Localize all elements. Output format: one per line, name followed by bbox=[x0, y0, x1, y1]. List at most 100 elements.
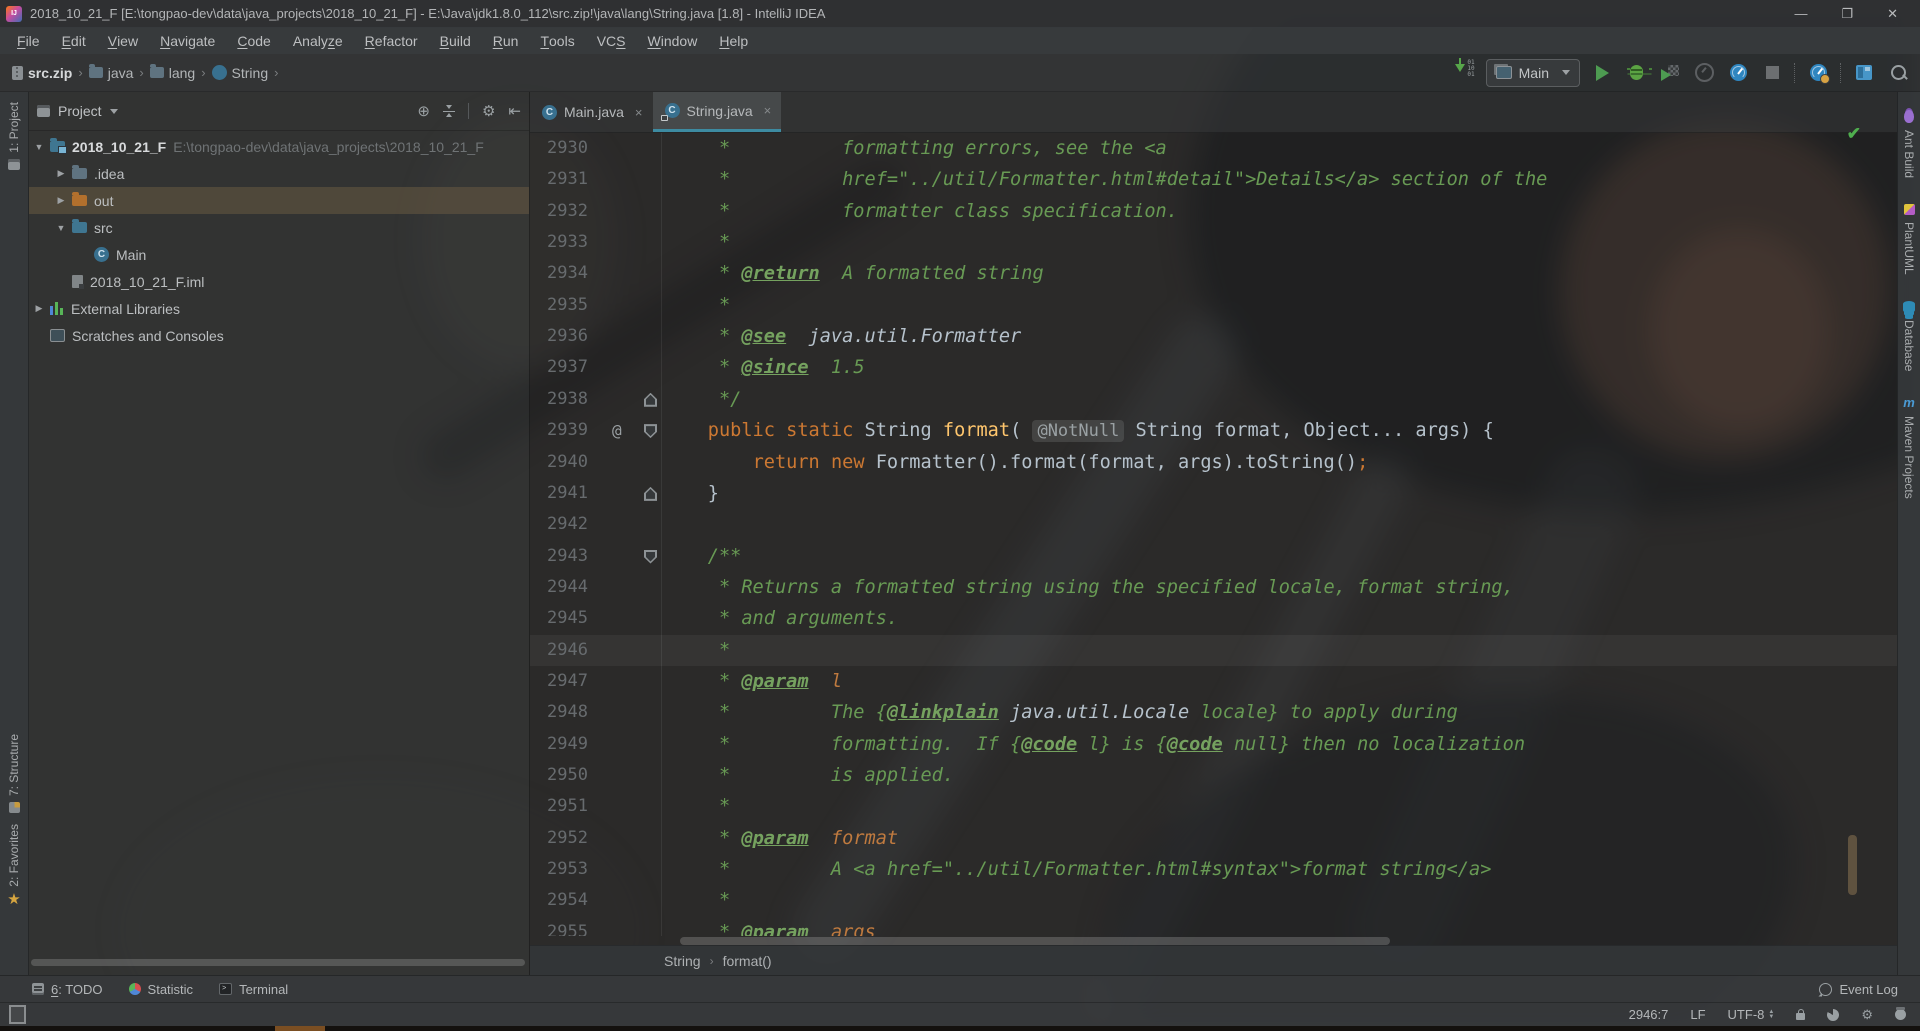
code-line-2951[interactable]: 2951 * bbox=[530, 791, 1897, 822]
project-horizontal-scrollbar[interactable] bbox=[31, 959, 525, 966]
tab-main-java[interactable]: CMain.java× bbox=[530, 92, 653, 132]
code-line-2942[interactable]: 2942 bbox=[530, 509, 1897, 540]
editor-horizontal-scrollbar[interactable] bbox=[680, 937, 1390, 945]
toolwindow-button-statistic[interactable]: Statistic bbox=[129, 982, 194, 997]
menu-build[interactable]: Build bbox=[429, 27, 482, 54]
code-line-2953[interactable]: 2953 * A <a href="../util/Formatter.html… bbox=[530, 854, 1897, 885]
locate-file-button[interactable]: ⊕ bbox=[417, 104, 430, 119]
close-button[interactable]: ✕ bbox=[1887, 6, 1898, 22]
menu-analyze[interactable]: Analyze bbox=[282, 27, 354, 54]
editor-breadcrumb-format-[interactable]: format() bbox=[723, 953, 772, 969]
code-line-2931[interactable]: 2931 * href="../util/Formatter.html#deta… bbox=[530, 164, 1897, 195]
menu-view[interactable]: View bbox=[97, 27, 149, 54]
line-number[interactable]: 2932 bbox=[530, 196, 588, 227]
breadcrumb-string[interactable]: String bbox=[212, 65, 269, 81]
line-number[interactable]: 2949 bbox=[530, 729, 588, 760]
code-editor[interactable]: 2930 * formatting errors, see the <a2931… bbox=[530, 133, 1897, 936]
line-number[interactable]: 2935 bbox=[530, 290, 588, 321]
code-line-2930[interactable]: 2930 * formatting errors, see the <a bbox=[530, 133, 1897, 164]
code-line-2935[interactable]: 2935 * bbox=[530, 290, 1897, 321]
menu-refactor[interactable]: Refactor bbox=[354, 27, 429, 54]
menu-help[interactable]: Help bbox=[708, 27, 759, 54]
breadcrumb-lang[interactable]: lang bbox=[150, 65, 195, 81]
tree-row-external-libraries[interactable]: ▶External Libraries bbox=[29, 295, 529, 322]
lock-icon[interactable] bbox=[1796, 1013, 1805, 1020]
line-number[interactable]: 2931 bbox=[530, 164, 588, 195]
code-line-2937[interactable]: 2937 * @since 1.5 bbox=[530, 352, 1897, 383]
line-number[interactable]: 2943 bbox=[530, 541, 588, 572]
code-line-2948[interactable]: 2948 * The {@linkplain java.util.Locale … bbox=[530, 697, 1897, 728]
toolwindow-button-plantuml[interactable]: PlantUML bbox=[1902, 204, 1916, 275]
close-tab-icon[interactable]: × bbox=[764, 103, 772, 118]
line-number[interactable]: 2939 bbox=[530, 415, 588, 446]
profiler-button[interactable] bbox=[1692, 61, 1716, 85]
code-line-2943[interactable]: 2943 /** bbox=[530, 541, 1897, 572]
line-number[interactable]: 2944 bbox=[530, 572, 588, 603]
breadcrumb-java[interactable]: java bbox=[89, 65, 134, 81]
tree-row-src[interactable]: ▼src bbox=[29, 214, 529, 241]
tree-row-scratches-and-consoles[interactable]: Scratches and Consoles bbox=[29, 322, 529, 349]
toolwindow-button-database[interactable]: Database bbox=[1902, 301, 1916, 371]
line-number[interactable]: 2955 bbox=[530, 917, 588, 936]
profiler-schedule-button[interactable] bbox=[1806, 61, 1830, 85]
code-line-2940[interactable]: 2940 return new Formatter().format(forma… bbox=[530, 447, 1897, 478]
line-number[interactable]: 2953 bbox=[530, 854, 588, 885]
line-number[interactable]: 2938 bbox=[530, 384, 588, 415]
minimize-button[interactable]: — bbox=[1794, 6, 1807, 21]
fold-marker-icon[interactable] bbox=[644, 424, 657, 438]
toolwindow-button-6-todo[interactable]: 6: TODO bbox=[32, 982, 103, 997]
menu-navigate[interactable]: Navigate bbox=[149, 27, 226, 54]
code-line-2938[interactable]: 2938 */ bbox=[530, 384, 1897, 415]
line-number[interactable]: 2954 bbox=[530, 885, 588, 916]
code-line-2945[interactable]: 2945 * and arguments. bbox=[530, 603, 1897, 634]
code-line-2933[interactable]: 2933 * bbox=[530, 227, 1897, 258]
restore-layout-button[interactable] bbox=[1852, 61, 1876, 85]
toolwindow-button-structure[interactable]: 7: Structure bbox=[0, 734, 28, 813]
code-line-2946[interactable]: 2946 * bbox=[530, 635, 1897, 666]
line-number[interactable]: 2947 bbox=[530, 666, 588, 697]
line-number[interactable]: 2940 bbox=[530, 447, 588, 478]
tree-row--idea[interactable]: ▶.idea bbox=[29, 160, 529, 187]
profiler-active-button[interactable] bbox=[1726, 61, 1750, 85]
collapsed-arrow-icon[interactable]: ▶ bbox=[54, 168, 68, 179]
run-button[interactable] bbox=[1590, 61, 1614, 85]
code-line-2949[interactable]: 2949 * formatting. If {@code l} is {@cod… bbox=[530, 729, 1897, 760]
tree-row-2018_10_21_f[interactable]: ▼2018_10_21_FE:\tongpao-dev\data\java_pr… bbox=[29, 133, 529, 160]
line-number[interactable]: 2941 bbox=[530, 478, 588, 509]
toolwindow-button-project[interactable]: 1: Project bbox=[0, 102, 28, 170]
menu-edit[interactable]: Edit bbox=[51, 27, 97, 54]
fold-marker-icon[interactable] bbox=[644, 487, 657, 501]
line-number[interactable]: 2934 bbox=[530, 258, 588, 289]
encoding-indicator[interactable]: UTF-8 ▲▼ bbox=[1728, 1007, 1775, 1022]
fold-marker-icon[interactable] bbox=[644, 550, 657, 564]
menu-vcs[interactable]: VCS bbox=[586, 27, 637, 54]
code-line-2947[interactable]: 2947 * @param l bbox=[530, 666, 1897, 697]
tree-row-main[interactable]: CMain bbox=[29, 241, 529, 268]
expanded-arrow-icon[interactable]: ▼ bbox=[54, 223, 68, 233]
breadcrumb-src-zip[interactable]: src.zip bbox=[12, 65, 72, 81]
line-ending-indicator[interactable]: LF bbox=[1690, 1007, 1705, 1022]
hector-inspector-icon[interactable] bbox=[1895, 1009, 1906, 1020]
menu-tools[interactable]: Tools bbox=[529, 27, 585, 54]
toolwindow-switcher-icon[interactable] bbox=[9, 1005, 26, 1024]
close-tab-icon[interactable]: × bbox=[635, 105, 643, 120]
toolwindow-button-favorites[interactable]: 2: Favorites ★ bbox=[0, 824, 28, 906]
menu-window[interactable]: Window bbox=[637, 27, 709, 54]
tab-string-java[interactable]: CString.java× bbox=[653, 92, 782, 132]
code-line-2936[interactable]: 2936 * @see java.util.Formatter bbox=[530, 321, 1897, 352]
menu-run[interactable]: Run bbox=[482, 27, 530, 54]
hide-panel-button[interactable]: ⇤ bbox=[508, 104, 521, 119]
power-save-icon[interactable] bbox=[1827, 1009, 1839, 1021]
line-number[interactable]: 2951 bbox=[530, 791, 588, 822]
editor-breadcrumb-string[interactable]: String bbox=[664, 953, 701, 969]
settings-gear-icon[interactable]: ⚙ bbox=[482, 104, 495, 119]
collapsed-arrow-icon[interactable]: ▶ bbox=[54, 195, 68, 206]
run-with-coverage-button[interactable] bbox=[1658, 61, 1682, 85]
annotation-gutter-icon[interactable]: @ bbox=[612, 418, 622, 444]
chevron-down-icon[interactable] bbox=[110, 109, 118, 114]
caret-position[interactable]: 2946:7 bbox=[1629, 1007, 1669, 1022]
line-number[interactable]: 2946 bbox=[530, 635, 588, 666]
update-project-button[interactable]: 01 10 01 bbox=[1452, 61, 1476, 85]
code-line-2939[interactable]: 2939@ public static String format( @NotN… bbox=[530, 415, 1897, 446]
editor-vertical-scrollbar[interactable] bbox=[1848, 835, 1857, 895]
